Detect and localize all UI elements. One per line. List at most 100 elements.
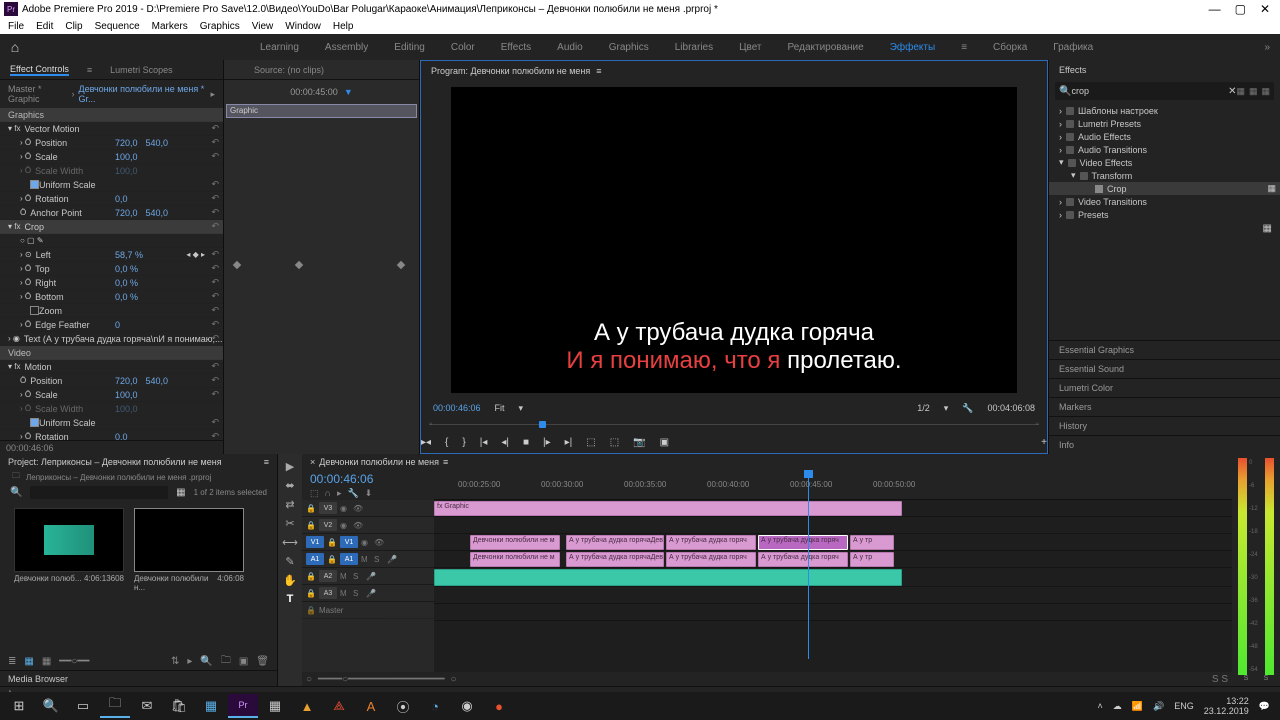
top-v[interactable]: 0,0 %	[115, 264, 138, 274]
program-tc[interactable]: 00:00:46:06	[433, 403, 481, 413]
timeline-tc[interactable]: 00:00:46:06	[310, 472, 426, 486]
menu-graphics[interactable]: Graphics	[200, 21, 240, 32]
menu-edit[interactable]: Edit	[36, 21, 53, 32]
icon-view-icon[interactable]: ▦	[24, 656, 33, 667]
resolution[interactable]: 1/2	[917, 403, 930, 413]
fx-lumetri[interactable]: Lumetri Presets	[1078, 119, 1141, 129]
mark-in-icon[interactable]: ▸◂	[421, 437, 431, 448]
ws-libraries[interactable]: Libraries	[675, 42, 713, 53]
delete-icon[interactable]: 🗑	[256, 656, 269, 667]
freeform-icon[interactable]: ▦	[42, 656, 51, 667]
tab-effect-controls[interactable]: Effect Controls	[10, 64, 69, 76]
list-view-icon[interactable]: ≣	[8, 656, 16, 667]
automate-icon[interactable]: ▸	[187, 656, 192, 667]
fx-crop[interactable]: Crop	[24, 222, 44, 232]
video-preview[interactable]: А у трубача дудка горяча И я понимаю, чт…	[451, 87, 1017, 393]
new-item-icon[interactable]: ▣	[239, 656, 248, 667]
fx-transform[interactable]: Transform	[1092, 171, 1133, 181]
filter-icon[interactable]: ▦	[176, 487, 185, 498]
bin-markers[interactable]: Markers	[1049, 397, 1280, 416]
clip-v1d[interactable]: А у трубача дудка горяч	[758, 552, 848, 567]
comparison-icon[interactable]: ▣	[660, 437, 669, 448]
uniform-check[interactable]	[30, 180, 39, 189]
sequence-tab[interactable]: Девчонки полюбили не меня	[319, 457, 439, 467]
bin-info[interactable]: Info	[1049, 435, 1280, 454]
clip-v2a[interactable]: Девчонки полюбили не м	[470, 535, 560, 550]
anc-x[interactable]: 720,0	[115, 208, 138, 218]
ws-overflow[interactable]: »	[1264, 42, 1280, 53]
ws-editing[interactable]: Editing	[394, 42, 425, 53]
close-button[interactable]: ✕	[1260, 2, 1270, 16]
tray-lang[interactable]: ENG	[1174, 701, 1194, 711]
bin-essential-graphics[interactable]: Essential Graphics	[1049, 340, 1280, 359]
tb-app2[interactable]: ▦	[260, 694, 290, 718]
ws-graphics[interactable]: Graphics	[609, 42, 649, 53]
goto-out-icon[interactable]: ▸|	[565, 437, 573, 448]
project-item-1[interactable]: Девчонки полюб...4:06:13608	[14, 508, 124, 644]
play-icon[interactable]: ■	[523, 437, 529, 448]
clip-audio[interactable]	[434, 569, 902, 586]
ripple-tool[interactable]: ⇄	[285, 498, 294, 511]
home-icon[interactable]: ⌂	[0, 39, 30, 55]
scale-v[interactable]: 100,0	[115, 152, 138, 162]
fx-text[interactable]: Text (А у трубача дудка горяча\nИ я пони…	[24, 334, 223, 344]
menu-window[interactable]: Window	[285, 21, 321, 32]
overwrite-icon[interactable]: }	[462, 437, 465, 448]
menu-clip[interactable]: Clip	[65, 21, 82, 32]
ec-timecode[interactable]: 00:00:46:06	[6, 443, 54, 453]
bin-essential-sound[interactable]: Essential Sound	[1049, 359, 1280, 378]
pen-tool[interactable]: ✎	[285, 555, 294, 568]
new-bin-icon2[interactable]: 🗀	[221, 653, 231, 670]
clip-v1e[interactable]: А у тр	[850, 552, 894, 567]
menu-help[interactable]: Help	[333, 21, 354, 32]
ws-effekty[interactable]: Эффекты	[890, 42, 935, 53]
bin-history[interactable]: History	[1049, 416, 1280, 435]
tab-source[interactable]: Source: (no clips)	[254, 65, 324, 75]
tb-mail[interactable]: ✉	[132, 694, 162, 718]
tab-effects[interactable]: Effects	[1059, 65, 1086, 75]
type-tool[interactable]: T	[287, 593, 294, 605]
tray-volume[interactable]: 🔊	[1153, 701, 1164, 712]
maximize-button[interactable]: ▢	[1235, 2, 1246, 16]
export-frame-icon[interactable]: 📷	[633, 437, 645, 448]
ws-audio[interactable]: Audio	[557, 42, 583, 53]
right-v[interactable]: 0,0 %	[115, 278, 138, 288]
project-search[interactable]	[30, 486, 168, 499]
menu-markers[interactable]: Markers	[152, 21, 188, 32]
fx-video[interactable]: Video Effects	[1080, 158, 1133, 168]
clip-v1a[interactable]: Девчонки полюбили не м	[470, 552, 560, 567]
ws-redakt[interactable]: Редактирование	[788, 42, 864, 53]
ws-menu-icon[interactable]: ≡	[961, 42, 967, 53]
tb-chrome[interactable]: ◉	[452, 694, 482, 718]
start-button[interactable]: ⊞	[4, 694, 34, 718]
ws-assembly[interactable]: Assembly	[325, 42, 368, 53]
tb-app8[interactable]: ●	[484, 694, 514, 718]
tab-project[interactable]: Project: Леприконсы – Девчонки полюбили …	[8, 457, 222, 467]
track-a3[interactable]: A3	[319, 587, 337, 599]
preset-icon[interactable]: ▦	[1236, 86, 1245, 97]
track-v3[interactable]: V3	[319, 502, 337, 514]
ws-color[interactable]: Color	[451, 42, 475, 53]
minimize-button[interactable]: —	[1209, 2, 1221, 16]
razor-tool[interactable]: ✂	[285, 517, 294, 530]
track-v1[interactable]: V1	[340, 536, 358, 548]
anc-y[interactable]: 540,0	[146, 208, 169, 218]
lift-icon[interactable]: ⬚	[586, 437, 595, 448]
fx-audio-trans[interactable]: Audio Transitions	[1078, 145, 1147, 155]
mini-clip[interactable]: Graphic	[226, 104, 417, 118]
tab-lumetri-scopes[interactable]: Lumetri Scopes	[110, 65, 173, 75]
fx-presets-templates[interactable]: Шаблоны настроек	[1078, 106, 1158, 116]
rot-v[interactable]: 0,0	[115, 194, 128, 204]
clip-v2d[interactable]: А у трубача дудка горяч	[758, 535, 848, 550]
tray-wifi[interactable]: 📶	[1132, 701, 1143, 712]
insert-icon[interactable]: {	[445, 437, 448, 448]
ws-sborka[interactable]: Сборка	[993, 42, 1027, 53]
project-item-2[interactable]: Девчонки полюбили н...4:06:08	[134, 508, 244, 644]
bottom-v[interactable]: 0,0 %	[115, 292, 138, 302]
goto-in-icon[interactable]: |◂	[480, 437, 488, 448]
ws-grafika[interactable]: Графика	[1053, 42, 1093, 53]
vector-motion[interactable]: Vector Motion	[24, 124, 79, 134]
clip-v2e[interactable]: А у тр	[850, 535, 894, 550]
tb-store[interactable]: 🛍	[164, 694, 194, 718]
timeline-ruler[interactable]: 00:00:25:00 00:00:30:00 00:00:35:00 00:0…	[434, 470, 1232, 500]
